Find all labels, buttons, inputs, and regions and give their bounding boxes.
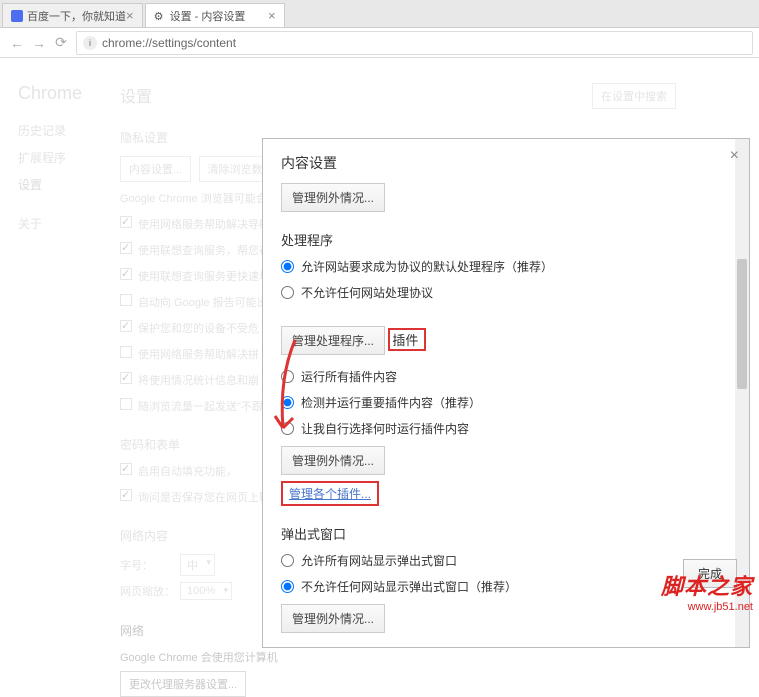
- radio-handlers-allow[interactable]: 允许网站要求成为协议的默认处理程序（推荐）: [281, 258, 731, 275]
- plugins-exceptions-button[interactable]: 管理例外情况...: [281, 446, 385, 475]
- dialog-title: 内容设置: [281, 153, 731, 173]
- close-icon[interactable]: ×: [268, 8, 276, 23]
- url-input[interactable]: i chrome://settings/content: [76, 31, 753, 55]
- tab-title: 百度一下，你就知道: [27, 8, 126, 24]
- radio-plugins-detect[interactable]: 检测并运行重要插件内容（推荐）: [281, 394, 731, 411]
- radio-plugins-choose[interactable]: 让我自行选择何时运行插件内容: [281, 420, 731, 437]
- reload-button[interactable]: ⟳: [50, 32, 72, 54]
- handlers-heading: 处理程序: [281, 230, 731, 249]
- close-icon[interactable]: ×: [126, 8, 134, 23]
- radio-handlers-deny[interactable]: 不允许任何网站处理协议: [281, 284, 731, 301]
- tab-settings[interactable]: ⚙ 设置 - 内容设置 ×: [145, 3, 285, 27]
- back-button[interactable]: ←: [6, 32, 28, 54]
- manage-plugins-highlight: 管理各个插件...: [281, 481, 379, 506]
- manage-exceptions-button[interactable]: 管理例外情况...: [281, 183, 385, 212]
- info-icon: i: [83, 36, 97, 50]
- baidu-favicon-icon: [11, 10, 23, 22]
- proxy-button[interactable]: 更改代理服务器设置...: [120, 671, 246, 697]
- watermark-url: www.jb51.net: [661, 601, 753, 613]
- close-icon[interactable]: ×: [730, 147, 739, 165]
- radio-plugins-all[interactable]: 运行所有插件内容: [281, 368, 731, 385]
- radio-popup-allow[interactable]: 允许所有网站显示弹出式窗口: [281, 552, 731, 569]
- watermark-name: 脚本之家: [661, 569, 753, 601]
- manage-plugins-link[interactable]: 管理各个插件...: [289, 487, 371, 501]
- url-text: chrome://settings/content: [102, 36, 236, 50]
- address-bar: ← → ⟳ i chrome://settings/content: [0, 28, 759, 58]
- forward-button[interactable]: →: [28, 32, 50, 54]
- scroll-thumb[interactable]: [737, 259, 747, 389]
- popup-heading: 弹出式窗口: [281, 524, 731, 543]
- plugins-heading: 插件: [392, 330, 418, 349]
- popup-exceptions-button[interactable]: 管理例外情况...: [281, 604, 385, 633]
- tab-bar: 百度一下，你就知道 × ⚙ 设置 - 内容设置 ×: [0, 0, 759, 28]
- manage-handlers-button[interactable]: 管理处理程序...: [281, 326, 385, 355]
- tab-title: 设置 - 内容设置: [170, 8, 246, 24]
- tab-baidu[interactable]: 百度一下，你就知道 ×: [2, 3, 143, 27]
- gear-icon: ⚙: [154, 10, 166, 22]
- plugins-heading-highlight: 插件: [388, 328, 426, 351]
- watermark: 脚本之家 www.jb51.net: [661, 569, 753, 613]
